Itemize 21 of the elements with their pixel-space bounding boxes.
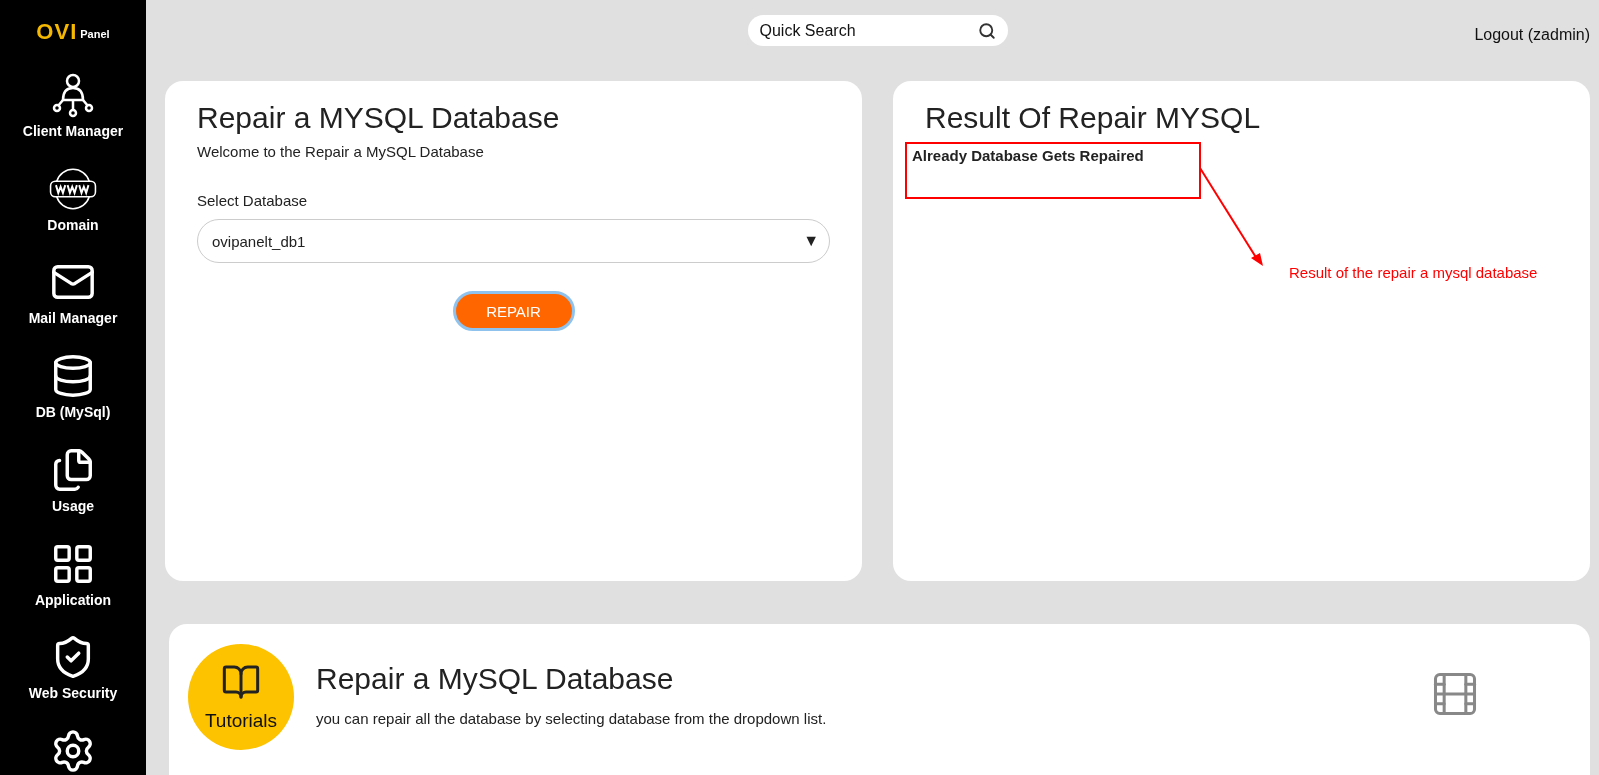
- card-title: Repair a MYSQL Database: [197, 101, 561, 135]
- search-field[interactable]: Quick Search: [747, 15, 1008, 46]
- logout-link[interactable]: Logout (zadmin): [1474, 26, 1590, 44]
- card-subtitle: Welcome to the Repair a MySQL Database: [197, 143, 485, 160]
- ovipanel-logo: OVI Panel: [36, 18, 110, 46]
- sidebar-item[interactable]: Domain: [47, 164, 99, 259]
- tutorial-title: Repair a MySQL Database: [316, 662, 675, 696]
- sidebar-item[interactable]: DB (MySql): [35, 352, 111, 446]
- sidebar-item[interactable]: Web Security: [28, 633, 118, 728]
- tutorial-description: you can repair all the database by selecting database from the dropdown list.: [316, 710, 828, 727]
- card-title: Result Of Repair MYSQL: [925, 101, 1262, 135]
- sidebar-item[interactable]: Client Manager: [22, 70, 124, 165]
- sidebar-item[interactable]: Mail Manager: [28, 258, 118, 353]
- search-icon[interactable]: [977, 21, 996, 40]
- network-person-icon: [52, 71, 94, 118]
- annotation-text: Result of the repair a mysql database: [1289, 264, 1538, 281]
- tutorials-badge[interactable]: Tutorials: [188, 644, 294, 750]
- sidebar-item[interactable]: Application: [34, 539, 112, 634]
- sidebar-item[interactable]: Usage: [49, 445, 97, 540]
- result-message: Already Database Gets Repaired: [912, 147, 1145, 164]
- field-label: Select Database: [197, 192, 309, 209]
